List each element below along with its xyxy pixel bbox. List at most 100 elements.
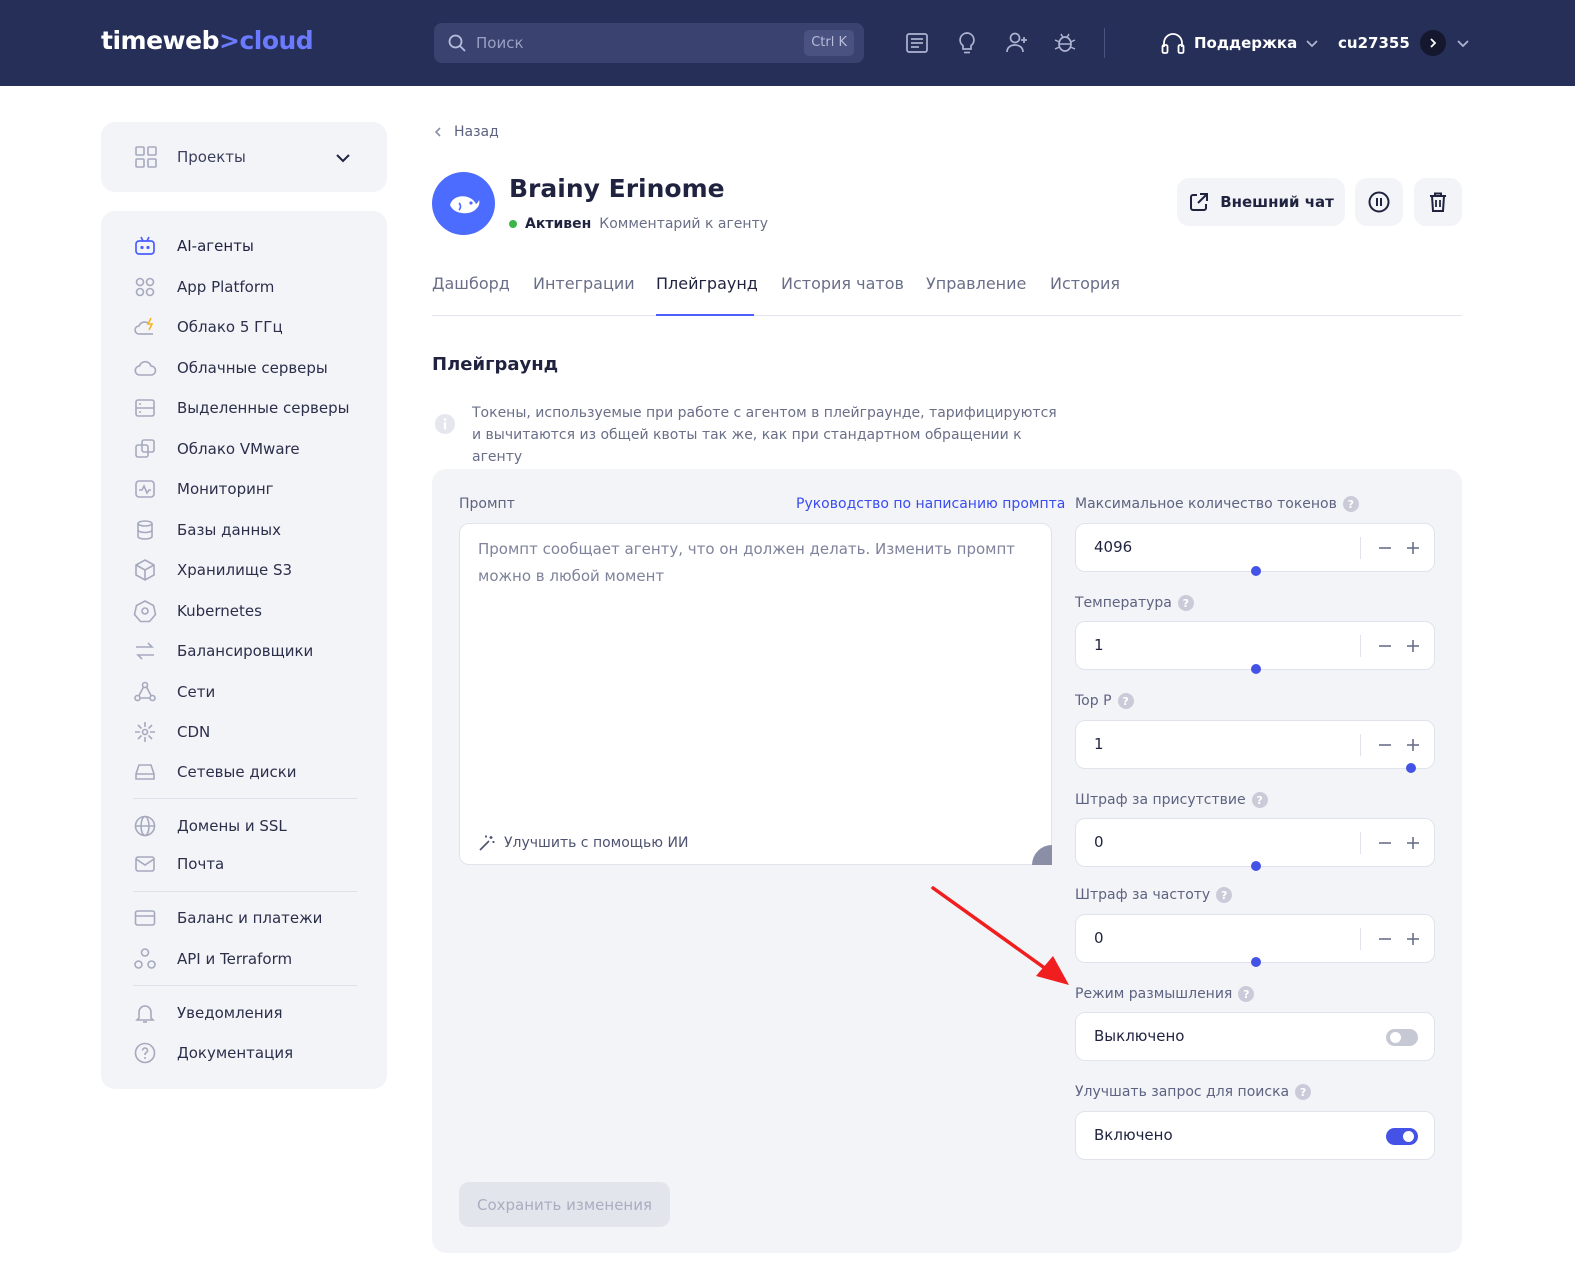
- sidebar-item-docs[interactable]: Документация: [133, 1039, 293, 1067]
- sidebar-item-network-disks[interactable]: Сетевые диски: [133, 758, 297, 786]
- minus-icon[interactable]: [1376, 632, 1394, 660]
- sidebar-item-networks[interactable]: Сети: [133, 678, 215, 706]
- help-icon[interactable]: ?: [1177, 595, 1194, 611]
- logo[interactable]: timeweb>cloud: [101, 26, 314, 55]
- presence-penalty-value[interactable]: 0: [1094, 833, 1104, 851]
- slider-handle[interactable]: [1406, 763, 1416, 773]
- lightbulb-icon[interactable]: [953, 29, 981, 57]
- cdn-icon: [135, 722, 155, 742]
- frequency-penalty-label: Штраф за частоту?: [1075, 887, 1233, 903]
- sidebar-item-cloud-servers[interactable]: Облачные серверы: [133, 354, 328, 382]
- tab-history[interactable]: История: [1050, 274, 1120, 293]
- sidebar-item-s3[interactable]: Хранилище S3: [133, 556, 292, 584]
- account-menu[interactable]: cu27355: [1338, 28, 1470, 58]
- presence-penalty-stepper[interactable]: 0: [1075, 818, 1435, 871]
- temperature-stepper[interactable]: 1: [1075, 621, 1435, 674]
- sidebar-item-vmware[interactable]: Облако VMware: [133, 435, 300, 463]
- stepper-divider: [1360, 635, 1361, 657]
- minus-icon[interactable]: [1376, 925, 1394, 953]
- plus-icon[interactable]: [1404, 731, 1422, 759]
- slider-handle[interactable]: [1251, 566, 1261, 576]
- improve-label: Улучшить с помощью ИИ: [504, 835, 689, 851]
- back-link[interactable]: Назад: [432, 124, 499, 140]
- frequency-penalty-value[interactable]: 0: [1094, 929, 1104, 947]
- search-improve-value: Включено: [1094, 1126, 1173, 1144]
- help-icon[interactable]: ?: [1295, 1084, 1312, 1100]
- sidebar-item-label: Баланс и платежи: [177, 909, 323, 927]
- slider-handle[interactable]: [1251, 957, 1261, 967]
- stepper-divider: [1360, 734, 1361, 756]
- minus-icon[interactable]: [1376, 534, 1394, 562]
- robot-icon: [135, 236, 155, 255]
- bug-icon[interactable]: [1051, 29, 1079, 57]
- sidebar-item-notifications[interactable]: Уведомления: [133, 999, 282, 1027]
- slider-handle[interactable]: [1251, 664, 1261, 674]
- chevron-down-icon: [336, 154, 350, 163]
- resize-handle[interactable]: [1032, 845, 1052, 865]
- sidebar-item-cdn[interactable]: CDN: [133, 718, 210, 746]
- max-tokens-value[interactable]: 4096: [1094, 538, 1132, 556]
- tab-dashboard[interactable]: Дашборд: [432, 274, 510, 293]
- thinking-mode-toggle[interactable]: [1386, 1029, 1418, 1046]
- top-p-stepper[interactable]: 1: [1075, 720, 1435, 773]
- sidebar-item-kubernetes[interactable]: Kubernetes: [133, 597, 262, 625]
- sidebar-item-label: Выделенные серверы: [177, 399, 350, 417]
- frequency-penalty-stepper[interactable]: 0: [1075, 914, 1435, 967]
- minus-icon[interactable]: [1376, 829, 1394, 857]
- prompt-guide-link[interactable]: Руководство по написанию промпта: [796, 496, 1065, 512]
- max-tokens-stepper[interactable]: 4096: [1075, 523, 1435, 576]
- top-bar: timeweb>cloud Поиск Ctrl K Поддержка cu2…: [0, 0, 1575, 86]
- temperature-value[interactable]: 1: [1094, 636, 1104, 654]
- chevron-down-icon: [1306, 40, 1318, 48]
- sidebar-item-billing[interactable]: Баланс и платежи: [133, 904, 322, 932]
- help-icon[interactable]: ?: [1342, 496, 1359, 512]
- save-changes-button[interactable]: Сохранить изменения: [459, 1182, 670, 1227]
- help-icon[interactable]: ?: [1216, 887, 1233, 903]
- external-chat-button[interactable]: Внешний чат: [1177, 178, 1345, 226]
- improve-with-ai-button[interactable]: Улучшить с помощью ИИ: [478, 834, 688, 852]
- pause-button[interactable]: [1355, 178, 1403, 226]
- thinking-mode-field: Выключено: [1075, 1012, 1435, 1061]
- sidebar-item-app-platform[interactable]: App Platform: [133, 273, 274, 301]
- sidebar-item-dedicated-servers[interactable]: Выделенные серверы: [133, 394, 349, 422]
- sidebar-item-monitoring[interactable]: Мониторинг: [133, 475, 274, 503]
- sidebar-item-balancers[interactable]: Балансировщики: [133, 637, 313, 665]
- add-user-icon[interactable]: [1003, 29, 1031, 57]
- support-menu[interactable]: Поддержка: [1160, 30, 1319, 56]
- sidebar-item-label: Домены и SSL: [177, 817, 287, 835]
- tab-integrations[interactable]: Интеграции: [533, 274, 635, 293]
- plus-icon[interactable]: [1404, 925, 1422, 953]
- help-icon[interactable]: ?: [1251, 792, 1268, 808]
- sidebar-item-ai-agents[interactable]: AI-агенты: [133, 232, 254, 260]
- plus-icon[interactable]: [1404, 829, 1422, 857]
- active-tab-indicator: [656, 314, 754, 316]
- stepper-divider: [1360, 832, 1361, 854]
- tab-management[interactable]: Управление: [926, 274, 1026, 293]
- prompt-textarea[interactable]: Промпт сообщает агенту, что он должен де…: [459, 523, 1052, 865]
- search-input[interactable]: Поиск Ctrl K: [434, 23, 864, 63]
- database-icon: [137, 520, 153, 540]
- news-icon[interactable]: [903, 29, 931, 57]
- plus-icon[interactable]: [1404, 632, 1422, 660]
- tab-playground[interactable]: Плейграунд: [656, 274, 758, 293]
- tab-chat-history[interactable]: История чатов: [781, 274, 904, 293]
- projects-selector[interactable]: Проекты: [101, 122, 387, 192]
- help-icon[interactable]: ?: [1238, 986, 1255, 1002]
- sidebar-item-mail[interactable]: Почта: [133, 850, 224, 878]
- sidebar-item-cloud-5ghz[interactable]: Облако 5 ГГц: [133, 313, 283, 341]
- sidebar-item-databases[interactable]: Базы данных: [133, 516, 281, 544]
- top-p-value[interactable]: 1: [1094, 735, 1104, 753]
- whale-icon: [449, 195, 479, 213]
- agent-avatar: [432, 172, 495, 235]
- plus-icon[interactable]: [1404, 534, 1422, 562]
- sidebar-item-domains[interactable]: Домены и SSL: [133, 812, 287, 840]
- info-icon: [435, 414, 455, 434]
- sidebar-item-api[interactable]: API и Terraform: [133, 945, 292, 973]
- search-improve-toggle[interactable]: [1386, 1128, 1418, 1145]
- help-icon[interactable]: ?: [1117, 693, 1134, 709]
- sidebar-item-label: Хранилище S3: [177, 561, 293, 579]
- minus-icon[interactable]: [1376, 731, 1394, 759]
- delete-button[interactable]: [1414, 178, 1462, 226]
- slider-handle[interactable]: [1251, 861, 1261, 871]
- agent-comment[interactable]: Комментарий к агенту: [599, 216, 768, 232]
